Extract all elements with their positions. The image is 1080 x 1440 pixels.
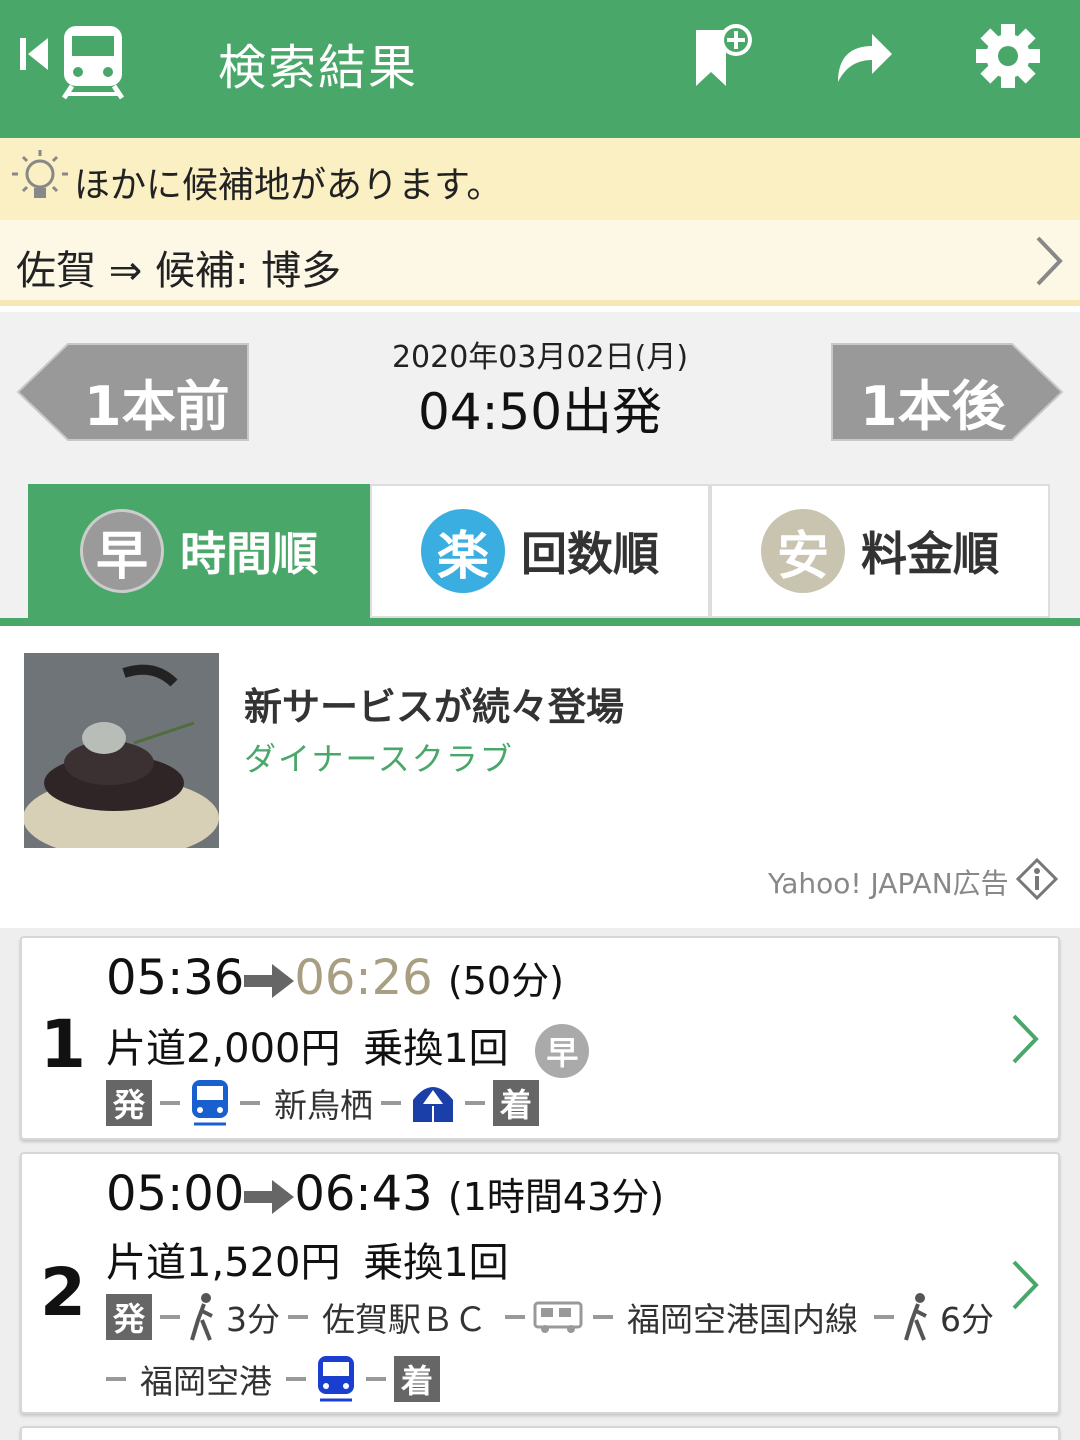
segment-divider — [106, 1377, 126, 1381]
settings-button[interactable] — [972, 20, 1044, 92]
ad-info-icon[interactable] — [1016, 858, 1058, 900]
segment-divider — [465, 1101, 485, 1105]
next-train-button[interactable]: 1本後 — [830, 342, 1064, 442]
arrive-time: 06:26 — [294, 950, 433, 1006]
page-title: 検索結果 — [218, 40, 419, 96]
segment-divider — [160, 1315, 180, 1319]
segment-divider — [874, 1315, 894, 1319]
route-times: 05:00 06:43 (1時間43分) — [106, 1166, 664, 1222]
share-icon — [838, 34, 892, 82]
bus-icon — [533, 1301, 583, 1333]
ad-image[interactable] — [24, 653, 219, 848]
tab-transfer-order[interactable]: 楽 回数順 — [370, 484, 710, 618]
bus-line: 福岡空港国内線 — [627, 1300, 858, 1339]
notice-banner: ほかに候補地があります。 — [0, 138, 1080, 220]
candidate-text: 佐賀 ⇒ 候補: 博多 — [16, 248, 342, 294]
ad-title: 新サービスが続々登場 — [244, 685, 625, 729]
segment-divider — [160, 1101, 180, 1105]
walking-icon — [904, 1293, 927, 1341]
tab-underline — [0, 618, 1080, 626]
via-station: 福岡空港 — [140, 1362, 272, 1401]
arrow-right-icon — [244, 1180, 295, 1214]
route-duration: (1時間43分) — [447, 1175, 665, 1219]
segment-divider — [593, 1315, 613, 1319]
cheap-badge-icon: 安 — [761, 509, 845, 593]
tab-transfer-order-label: 回数順 — [521, 527, 659, 581]
route-fare: 片道2,000円 — [106, 1026, 341, 1072]
share-button[interactable] — [828, 22, 898, 88]
via-station: 新鳥栖 — [274, 1086, 373, 1125]
next-train-label: 1本後 — [860, 375, 1006, 438]
segment-divider — [505, 1315, 525, 1319]
route-rank: 1 — [40, 1006, 86, 1083]
route-fare-row: 片道1,520円 乗換1回 — [106, 1230, 509, 1288]
chevron-right-icon — [1036, 236, 1063, 286]
notice-text: ほかに候補地があります。 — [74, 165, 503, 206]
route-fare: 片道1,520円 — [106, 1240, 341, 1286]
easy-badge-icon: 楽 — [421, 509, 505, 593]
segment-divider — [381, 1101, 401, 1105]
ad-subtitle: ダイナースクラブ — [244, 740, 514, 778]
train-icon — [192, 1080, 228, 1126]
tab-time-order[interactable]: 早 時間順 — [28, 484, 370, 618]
ad-label: Yahoo! JAPAN広告 — [768, 867, 1009, 900]
route-transfers: 乗換1回 — [363, 1026, 509, 1072]
train-home-icon — [20, 26, 125, 100]
route-card[interactable]: 1 05:36 06:26 (50分) 片道2,000円 乗換1回 早 発 新鳥栖 — [20, 936, 1060, 1140]
route-duration: (50分) — [447, 959, 564, 1003]
depart-tag: 発 — [106, 1294, 152, 1340]
chevron-right-icon — [1012, 1260, 1039, 1310]
route-times: 05:36 06:26 (50分) — [106, 950, 564, 1006]
route-segments: 発 新鳥栖 着 — [106, 1078, 539, 1128]
route-transfers: 乗換1回 — [363, 1240, 509, 1286]
fast-badge-icon: 早 — [80, 509, 164, 593]
time-navigation: 1本前 2020年03月02日(月) 04:50出発 1本後 — [0, 312, 1080, 484]
depart-time: 05:36 — [106, 950, 245, 1006]
arrive-time: 06:43 — [294, 1166, 433, 1222]
segment-divider — [286, 1377, 306, 1381]
route-list: 1 05:36 06:26 (50分) 片道2,000円 乗換1回 早 発 新鳥栖 — [0, 928, 1080, 1440]
arrive-tag: 着 — [394, 1356, 440, 1402]
tab-fare-order-label: 料金順 — [861, 527, 999, 581]
chevron-right-icon — [1012, 1014, 1039, 1064]
segment-divider — [240, 1101, 260, 1105]
gear-icon — [976, 24, 1040, 88]
depart-time: 05:00 — [106, 1166, 245, 1222]
route-segments-line2: 福岡空港 着 — [106, 1354, 440, 1404]
bookmark-add-button[interactable] — [690, 20, 760, 92]
route-segments: 発 3分 佐賀駅ＢＣ 福岡空港国内線 6分 — [106, 1292, 994, 1342]
tab-fare-order[interactable]: 安 料金順 — [710, 484, 1050, 618]
tab-time-order-label: 時間順 — [180, 527, 318, 581]
segment-divider — [366, 1377, 386, 1381]
arrow-right-icon — [244, 964, 295, 998]
arrive-tag: 着 — [493, 1080, 539, 1126]
lightbulb-icon — [12, 150, 68, 198]
bookmark-add-icon — [696, 24, 752, 86]
walk-time: 6分 — [940, 1300, 994, 1339]
back-to-top-button[interactable] — [14, 18, 130, 102]
route-rank: 2 — [40, 1254, 86, 1331]
walking-icon — [190, 1293, 213, 1341]
route-fare-row: 片道2,000円 乗換1回 早 — [106, 1016, 590, 1078]
sort-tabs: 早 時間順 楽 回数順 安 料金順 — [0, 484, 1080, 626]
walk-time: 3分 — [226, 1300, 280, 1339]
train-icon — [318, 1356, 354, 1402]
shinkansen-icon — [413, 1087, 453, 1122]
ad-banner[interactable]: 新サービスが続々登場 ダイナースクラブ Yahoo! JAPAN広告 — [0, 626, 1080, 928]
segment-divider — [288, 1315, 308, 1319]
candidate-row[interactable]: 佐賀 ⇒ 候補: 博多 — [0, 220, 1080, 306]
bus-stop: 佐賀駅ＢＣ — [322, 1300, 487, 1339]
route-card[interactable] — [20, 1426, 1060, 1440]
app-header: 検索結果 — [0, 0, 1080, 138]
fast-badge-icon: 早 — [535, 1024, 590, 1078]
depart-tag: 発 — [106, 1080, 152, 1126]
route-card[interactable]: 2 05:00 06:43 (1時間43分) 片道1,520円 乗換1回 発 3分… — [20, 1152, 1060, 1414]
